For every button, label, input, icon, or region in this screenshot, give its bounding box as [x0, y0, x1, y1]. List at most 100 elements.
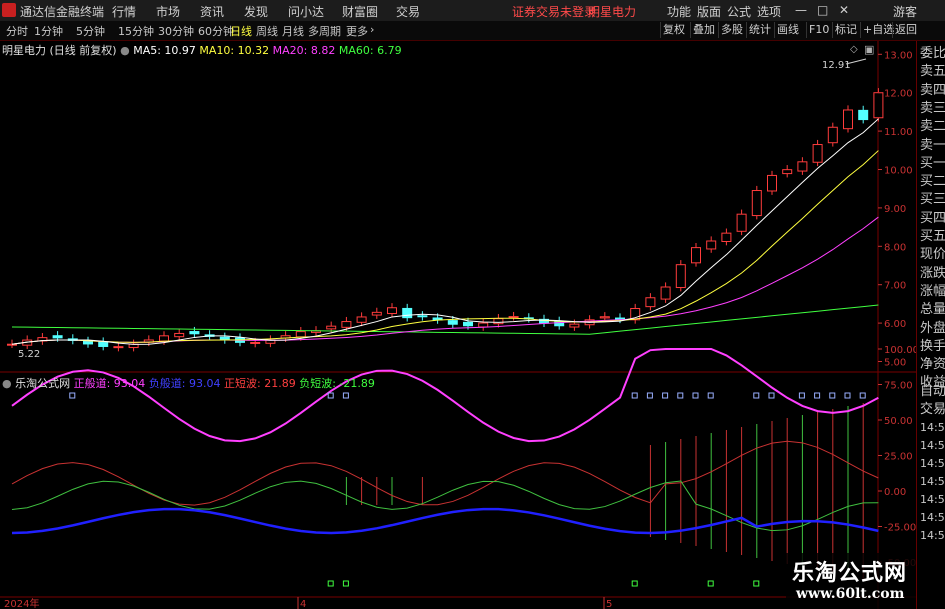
period-15min[interactable]: 15分钟: [118, 23, 154, 39]
top-signal-marker: [342, 392, 349, 399]
side-item-10: 买五: [920, 229, 945, 244]
back-button[interactable]: 返回: [892, 22, 919, 38]
price-axis: 13.00 12.00 11.00 10.00 9.00 8.00 7.00 6.00 5.00: [878, 50, 913, 369]
candle-body: [736, 213, 747, 232]
period-multi[interactable]: 多周期: [308, 23, 341, 39]
top-signal-marker: [829, 392, 836, 399]
candle-body: [751, 190, 762, 217]
candle-body: [159, 335, 169, 342]
candle-body: [463, 321, 473, 327]
guest-label[interactable]: 游客: [893, 3, 917, 20]
menu-caifuquan[interactable]: 财富圈: [342, 3, 378, 20]
period-30min[interactable]: 30分钟: [158, 23, 194, 39]
candle-body: [387, 307, 397, 315]
close-icon[interactable]: ✕: [839, 3, 849, 17]
watermark: 乐淘公式网 www.60lt.com: [786, 553, 916, 609]
settings-icon[interactable]: ●: [120, 44, 130, 57]
menu-bar: 通达信金融终端 行情 市场 资讯 发现 问小达 财富圈 交易 证券交易未登录 明…: [0, 0, 945, 22]
side-item-5: 卖一: [920, 137, 945, 153]
top-signal-marker: [631, 392, 638, 399]
side-item-9: 买四: [920, 210, 945, 226]
candle-body: [113, 346, 124, 349]
top-signal-marker: [677, 392, 684, 399]
candle-body: [812, 144, 823, 163]
f10-button[interactable]: F10: [806, 22, 831, 38]
side-item-2: 卖四: [920, 82, 945, 98]
period-fenshi[interactable]: 分时: [6, 23, 28, 39]
diamond-icon[interactable]: ◇: [850, 44, 858, 55]
duogu-button[interactable]: 多股: [718, 22, 745, 38]
candle-body: [83, 340, 93, 345]
menu-xuanxiang[interactable]: 选项: [757, 3, 781, 20]
date-label-april: 4: [300, 599, 306, 609]
chevron-right-icon[interactable]: ›: [370, 23, 374, 36]
maximize-icon[interactable]: □: [817, 3, 828, 17]
chart-desc: (日线 前复权): [49, 44, 117, 57]
top-signal-marker: [844, 392, 851, 399]
side-item-16: 换手: [920, 338, 945, 354]
menu-gongneng[interactable]: 功能: [667, 3, 691, 20]
top-signal-marker: [753, 392, 760, 399]
period-5min[interactable]: 5分钟: [76, 23, 105, 39]
candle-body: [250, 341, 261, 344]
biaoji-button[interactable]: 标记: [832, 22, 859, 38]
candle-body: [174, 332, 185, 338]
chart-canvas[interactable]: 13.00 12.00 11.00 10.00 9.00 8.00 7.00 6.00 5.00…: [0, 41, 916, 609]
candle-body: [843, 109, 853, 130]
menu-jiaoyi[interactable]: 交易: [396, 3, 420, 20]
date-label-2024: 2024年: [4, 597, 39, 609]
positive-wave-line: [11, 440, 879, 506]
side-lower-item-3: 14:56: [920, 439, 945, 452]
candle-body: [873, 92, 884, 119]
top-signal-marker: [798, 392, 805, 399]
side-item-8: 买三: [920, 192, 945, 208]
period-weekly[interactable]: 周线: [256, 23, 278, 39]
indicator-tick-5: -25.00: [884, 523, 916, 534]
top-signal-marker: [662, 392, 669, 399]
diejia-button[interactable]: 叠加: [690, 22, 717, 38]
ma10-line: [11, 150, 879, 345]
menu-gongshi[interactable]: 公式: [727, 3, 751, 20]
login-status[interactable]: 证券交易未登录: [512, 3, 596, 20]
menu-banmian[interactable]: 版面: [697, 3, 721, 20]
candle-body: [52, 335, 63, 339]
candle-body: [508, 316, 519, 319]
menu-hangqing[interactable]: 行情: [112, 3, 136, 20]
zhengbo-value: 正短波: 21.89: [224, 377, 296, 390]
bottom-signal-marker: [342, 580, 349, 587]
price-tick-0: 13.00: [884, 50, 913, 61]
top-signal-marker: [707, 392, 714, 399]
candle-body: [189, 331, 200, 335]
menu-zixun[interactable]: 资讯: [200, 3, 224, 20]
period-60min[interactable]: 60分钟: [198, 23, 234, 39]
watermark-title: 乐淘公式网: [792, 561, 908, 586]
price-tick-4: 9.00: [884, 204, 906, 215]
menu-shichang[interactable]: 市场: [156, 3, 180, 20]
menu-wenxiaoda[interactable]: 问小达: [288, 3, 324, 20]
candle-body: [478, 322, 489, 328]
tongji-button[interactable]: 统计: [746, 22, 773, 38]
huaxian-button[interactable]: 画线: [774, 22, 801, 38]
add-watchlist-button[interactable]: +自选: [860, 22, 896, 38]
period-daily[interactable]: 日线: [230, 23, 252, 39]
indicator-tick-2: 50.00: [884, 416, 913, 427]
app-logo-icon: [2, 3, 16, 17]
period-more[interactable]: 更多: [346, 23, 368, 39]
candle-body: [782, 169, 793, 175]
ma5-value: MA5: 10.97: [133, 44, 196, 57]
candle-body: [493, 318, 504, 325]
price-tick-6: 7.00: [884, 281, 906, 292]
fuquan-button[interactable]: 复权: [660, 22, 687, 38]
top-signal-marker: [69, 392, 76, 399]
stock-name: 明星电力: [2, 44, 46, 57]
zhengfu-value: 正般道: 93.04: [73, 377, 146, 390]
minimize-icon[interactable]: —: [795, 3, 807, 17]
indicator-settings-icon[interactable]: ●: [2, 377, 12, 390]
period-1min[interactable]: 1分钟: [34, 23, 63, 39]
menu-faxian[interactable]: 发现: [244, 3, 268, 20]
side-item-15: 外盘: [920, 320, 945, 336]
panel-toggle-icon[interactable]: ▣: [864, 43, 874, 56]
fubo-value: 负短波: -21.89: [299, 377, 375, 390]
period-monthly[interactable]: 月线: [282, 23, 304, 39]
top-signal-marker: [327, 392, 334, 399]
